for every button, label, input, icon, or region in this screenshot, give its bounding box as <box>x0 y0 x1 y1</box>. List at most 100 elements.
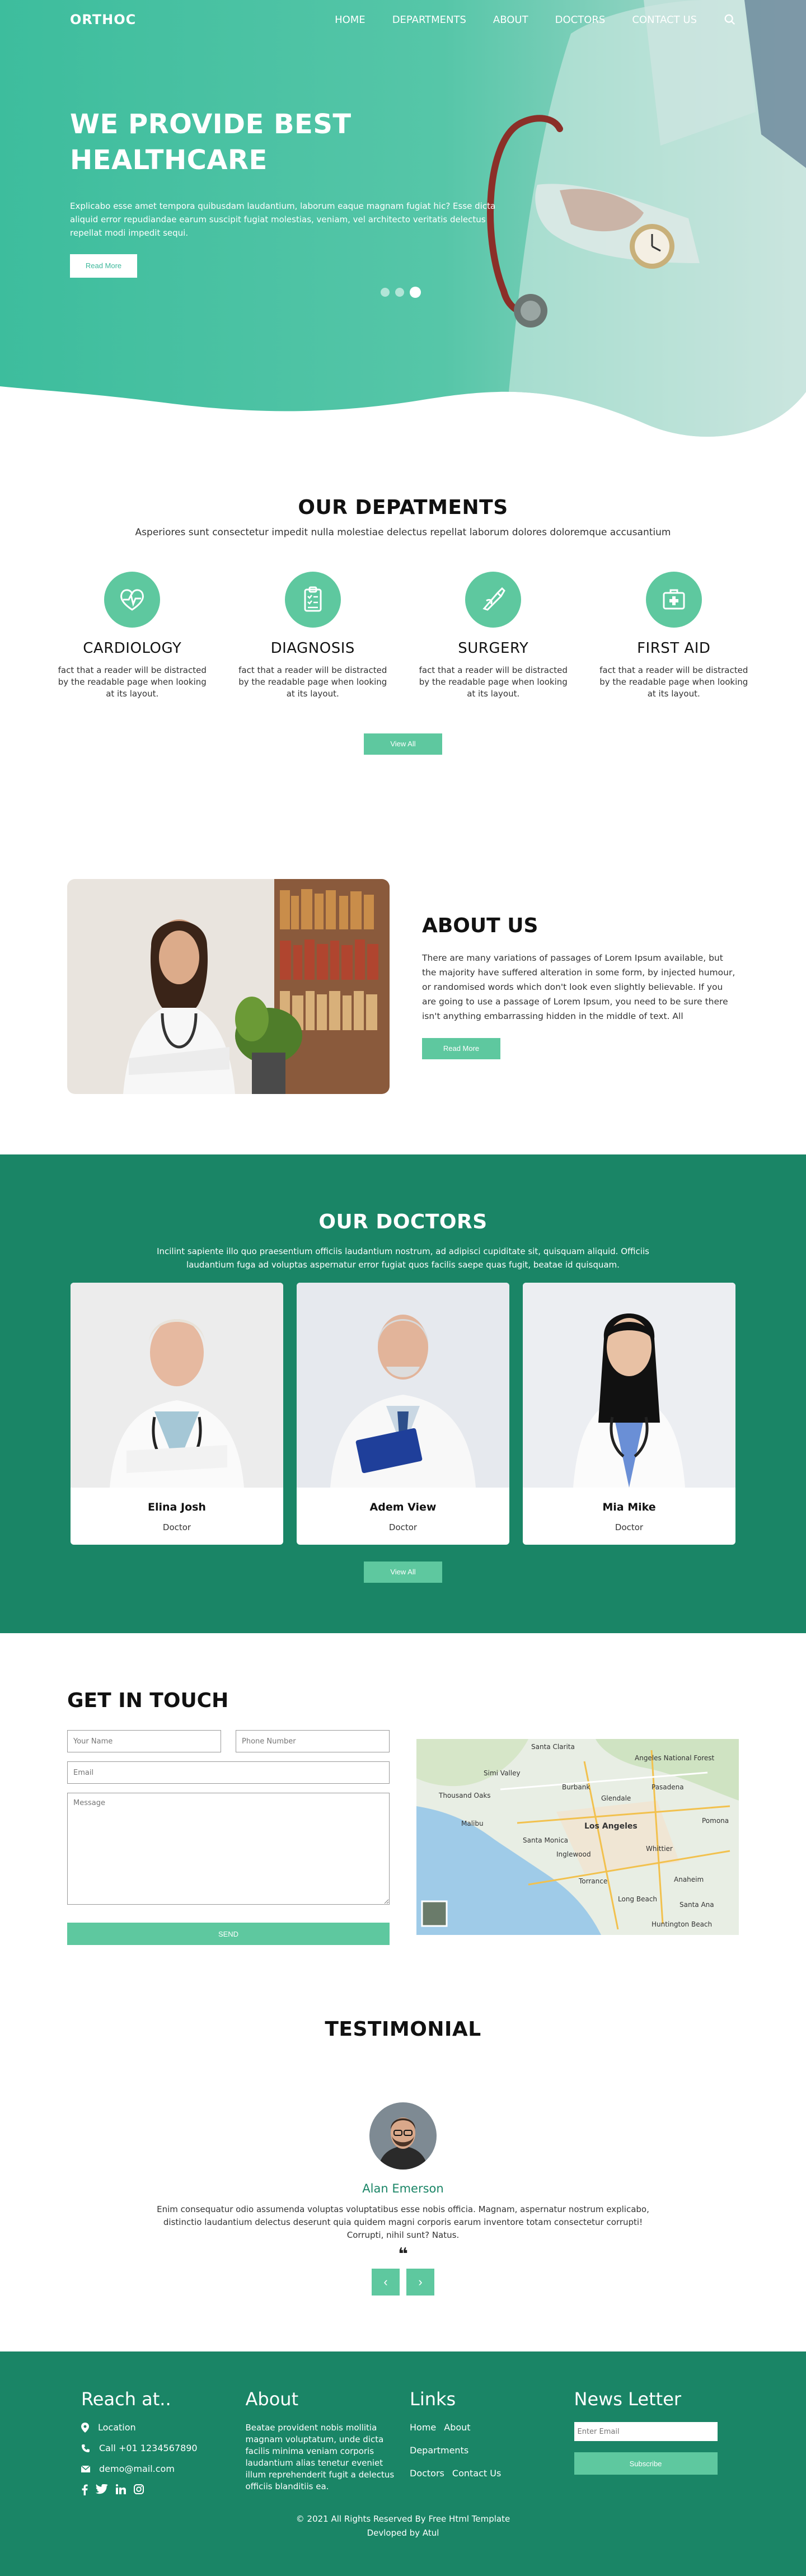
footer-link-home[interactable]: Home <box>410 2422 436 2433</box>
about-content: ABOUT US There are many variations of pa… <box>422 914 739 1059</box>
copyright: © 2021 All Rights Reserved By Free Html … <box>0 2512 806 2540</box>
departments-grid: CARDIOLOGY fact that a reader will be di… <box>53 572 753 700</box>
nav-home[interactable]: HOME <box>335 14 365 26</box>
contact-section: GET IN TOUCH SEND <box>0 1633 806 1979</box>
doctor-card[interactable]: Elina Josh Doctor <box>71 1283 283 1545</box>
map-label: Malibu <box>461 1820 484 1827</box>
department-name: SURGERY <box>458 640 529 657</box>
location-map[interactable]: Santa Clarita Simi Valley Thousand Oaks … <box>416 1739 739 1935</box>
doctors-view-all-button[interactable]: View All <box>364 1562 442 1583</box>
doctor-card[interactable]: Adem View Doctor <box>297 1283 509 1545</box>
doctor-card[interactable]: Mia Mike Doctor <box>523 1283 735 1545</box>
footer-phone-text: Call +01 1234567890 <box>99 2443 198 2453</box>
social-links <box>81 2484 232 2495</box>
subscribe-button[interactable]: Subscribe <box>574 2452 718 2475</box>
doctor-name: Mia Mike <box>602 1501 656 1513</box>
map-label: Burbank <box>562 1783 590 1791</box>
developer-credit: Devloped by Atul <box>367 2528 439 2538</box>
footer-email[interactable]: demo@mail.com <box>81 2463 232 2474</box>
footer-email-text: demo@mail.com <box>99 2463 175 2474</box>
footer-links-title: Links <box>410 2388 456 2410</box>
testimonial-controls: ‹ › <box>0 2269 806 2296</box>
map-label: Angeles National Forest <box>635 1754 715 1762</box>
navbar: ORTHOC HOME DEPARTMENTS ABOUT DOCTORS CO… <box>70 0 736 39</box>
doctor-role: Doctor <box>162 1522 191 1532</box>
map-label: Thousand Oaks <box>438 1792 491 1799</box>
avatar <box>369 2102 437 2170</box>
footer-reach-column: Reach at.. Location Call +01 1234567890 … <box>81 2388 232 2495</box>
hero-content: WE PROVIDE BEST HEALTHCARE Explicabo ess… <box>70 106 507 278</box>
doctor-photo <box>71 1283 283 1488</box>
doctor-role: Doctor <box>388 1522 418 1532</box>
map-label: Torrance <box>578 1877 607 1885</box>
nav-contact[interactable]: CONTACT US <box>632 14 697 26</box>
phone-field[interactable] <box>236 1730 390 1752</box>
doctor-photo <box>297 1283 509 1488</box>
footer-link-departments[interactable]: Departments <box>410 2445 468 2456</box>
map-label: Los Angeles <box>584 1822 638 1831</box>
message-field[interactable] <box>67 1793 390 1905</box>
mail-icon <box>81 2465 90 2472</box>
footer-location[interactable]: Location <box>81 2422 232 2433</box>
doctors-section: OUR DOCTORS Incilint sapiente illo quo p… <box>0 1154 806 1633</box>
search-icon[interactable] <box>724 13 736 26</box>
facebook-icon[interactable] <box>81 2484 88 2495</box>
department-card-first-aid[interactable]: FIRST AID fact that a reader will be dis… <box>595 572 753 700</box>
instagram-icon[interactable] <box>134 2484 144 2494</box>
scalpel-icon <box>465 572 522 628</box>
first-aid-kit-icon <box>645 572 702 628</box>
email-field[interactable] <box>67 1761 390 1784</box>
map-label: Inglewood <box>556 1850 591 1858</box>
department-description: fact that a reader will be distracted by… <box>238 665 387 699</box>
department-description: fact that a reader will be distracted by… <box>599 665 748 699</box>
footer-link-about[interactable]: About <box>444 2422 470 2433</box>
prev-arrow-button[interactable]: ‹ <box>372 2269 400 2296</box>
contact-title: GET IN TOUCH <box>67 1689 229 1712</box>
slider-indicators <box>381 287 421 298</box>
departments-view-all-button[interactable]: View All <box>364 733 442 755</box>
footer-newsletter-column: News Letter Subscribe <box>574 2388 725 2495</box>
department-card-cardiology[interactable]: CARDIOLOGY fact that a reader will be di… <box>53 572 212 700</box>
site-logo[interactable]: ORTHOC <box>70 12 136 27</box>
map-label: Long Beach <box>618 1895 657 1903</box>
doctors-grid: Elina Josh Doctor Adem View Doctor Mia M… <box>0 1283 806 1545</box>
footer-link-doctors[interactable]: Doctors <box>410 2468 444 2479</box>
department-card-surgery[interactable]: SURGERY fact that a reader will be distr… <box>414 572 573 700</box>
main-menu: HOME DEPARTMENTS ABOUT DOCTORS CONTACT U… <box>335 13 736 26</box>
map-label: Huntington Beach <box>652 1920 712 1928</box>
hero-description: Explicabo esse amet tempora quibusdam la… <box>70 201 496 238</box>
footer-phone[interactable]: Call +01 1234567890 <box>81 2443 232 2453</box>
map-label: Whittier <box>646 1845 673 1853</box>
slider-dot-3[interactable] <box>410 287 421 298</box>
newsletter-email-input[interactable] <box>574 2422 718 2441</box>
map-label: Anaheim <box>674 1876 704 1883</box>
hero-read-more-button[interactable]: Read More <box>70 254 137 278</box>
department-card-diagnosis[interactable]: DIAGNOSIS fact that a reader will be dis… <box>234 572 392 700</box>
about-read-more-button[interactable]: Read More <box>422 1037 500 1059</box>
next-arrow-button[interactable]: › <box>406 2269 434 2296</box>
map-label: Santa Monica <box>523 1836 568 1844</box>
footer-link-contact[interactable]: Contact Us <box>452 2468 501 2479</box>
doctor-role: Doctor <box>615 1522 644 1532</box>
doctor-photo <box>523 1283 735 1488</box>
department-description: fact that a reader will be distracted by… <box>58 665 207 699</box>
name-field[interactable] <box>67 1730 221 1752</box>
hero-section: ORTHOC HOME DEPARTMENTS ABOUT DOCTORS CO… <box>0 0 806 442</box>
slider-dot-1[interactable] <box>381 288 390 297</box>
twitter-icon[interactable] <box>96 2484 108 2494</box>
doctor-name: Elina Josh <box>148 1501 206 1513</box>
nav-departments[interactable]: DEPARTMENTS <box>392 14 466 26</box>
footer-about-column: About Beatae provident nobis mollitia ma… <box>246 2388 397 2495</box>
testimonial-text: Enim consequatur odio assumenda voluptas… <box>157 2204 649 2240</box>
slider-dot-2[interactable] <box>395 288 404 297</box>
nav-about[interactable]: ABOUT <box>493 14 528 26</box>
departments-subtitle: Asperiores sunt consectetur impedit null… <box>135 527 671 538</box>
map-label: Santa Ana <box>680 1901 714 1909</box>
linkedin-icon[interactable] <box>116 2484 126 2494</box>
doctors-title: OUR DOCTORS <box>318 1210 488 1233</box>
send-button[interactable]: SEND <box>67 1923 390 1945</box>
nav-doctors[interactable]: DOCTORS <box>555 14 606 26</box>
hero-title: WE PROVIDE BEST HEALTHCARE <box>70 109 352 176</box>
department-name: FIRST AID <box>637 640 711 657</box>
contact-form: SEND <box>67 1730 390 1945</box>
